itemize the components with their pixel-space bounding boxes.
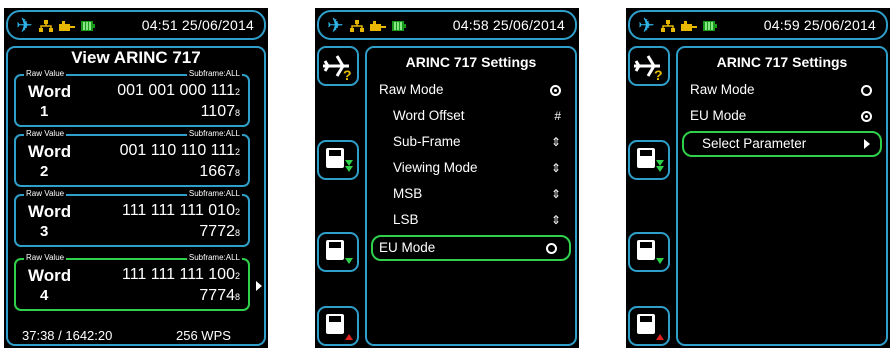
word-octal: 16678 xyxy=(199,163,240,180)
hash-icon: # xyxy=(554,109,561,123)
airplane-icon: ✈ xyxy=(16,15,33,37)
raw-value-label: Raw Value xyxy=(24,129,67,139)
save-down-alt-button[interactable] xyxy=(628,232,670,272)
network-icon xyxy=(38,20,53,32)
page-title: View ARINC 717 xyxy=(71,48,201,67)
menu-item-sub-frame[interactable]: Sub-Frame ⇕ xyxy=(389,131,565,153)
word-item[interactable]: Raw Value Subframe:ALL Word 1 001 001 00… xyxy=(14,69,250,127)
subframe-label: Subframe:ALL xyxy=(186,129,242,139)
network-icon xyxy=(660,20,675,32)
settings-panel: ARINC 717 Settings Raw Mode EU Mode Sele… xyxy=(676,46,888,346)
status-time: 04:59 25/06/2014 xyxy=(763,17,876,33)
panel-title: ARINC 717 Settings xyxy=(716,54,848,70)
power-icon xyxy=(680,21,697,31)
save-down-alt-button[interactable] xyxy=(317,232,359,272)
menu-item-raw-mode[interactable]: Raw Mode xyxy=(686,79,876,101)
word-item-selected[interactable]: Raw Value Subframe:ALL Word 4 111 111 11… xyxy=(14,253,250,311)
airplane-help-button[interactable]: ? xyxy=(317,46,359,86)
radio-selected-icon xyxy=(550,85,561,96)
chevron-right-icon xyxy=(864,139,870,149)
word-item[interactable]: Raw Value Subframe:ALL Word 2 001 110 11… xyxy=(14,129,250,187)
menu-item-lsb[interactable]: LSB ⇕ xyxy=(389,209,565,231)
menu-item-select-parameter[interactable]: Select Parameter xyxy=(682,131,882,157)
word-octal: 77748 xyxy=(199,287,240,304)
power-icon xyxy=(58,21,75,31)
chevron-right-icon[interactable] xyxy=(256,281,262,291)
word-octal: 77728 xyxy=(199,223,240,240)
menu-item-eu-mode[interactable]: EU Mode xyxy=(371,235,571,261)
up-down-icon: ⇕ xyxy=(550,161,561,175)
word-binary: 111 111 111 0102 xyxy=(121,202,240,219)
save-down-button[interactable] xyxy=(317,140,359,180)
save-up-button[interactable] xyxy=(317,306,359,346)
subframe-label: Subframe:ALL xyxy=(186,253,242,263)
save-up-button[interactable] xyxy=(628,306,670,346)
airplane-icon: ✈ xyxy=(638,15,655,37)
up-down-icon: ⇕ xyxy=(550,187,561,201)
battery-icon xyxy=(80,21,95,31)
status-bar: ✈ 04:59 25/06/2014 xyxy=(628,10,888,40)
status-time: 04:58 25/06/2014 xyxy=(452,17,565,33)
save-down-button[interactable] xyxy=(628,140,670,180)
power-icon xyxy=(369,21,386,31)
elapsed-time: 37:38 / 1642:20 xyxy=(22,328,113,343)
word-rate: 256 WPS xyxy=(176,328,231,343)
word-number: 1 xyxy=(40,103,49,120)
battery-icon xyxy=(391,21,406,31)
airplane-icon: ✈ xyxy=(327,15,344,37)
status-bar: ✈ 04:58 25/06/2014 xyxy=(317,10,577,40)
up-down-icon: ⇕ xyxy=(550,135,561,149)
raw-value-label: Raw Value xyxy=(24,69,67,79)
word-label: Word xyxy=(28,266,72,285)
settings-screen-raw: ✈ 04:58 25/06/2014 ? ARINC 717 Settings … xyxy=(315,8,579,348)
radio-selected-icon xyxy=(861,111,872,122)
raw-value-label: Raw Value xyxy=(24,189,67,199)
subframe-label: Subframe:ALL xyxy=(186,189,242,199)
word-number: 3 xyxy=(40,223,49,240)
subframe-label: Subframe:ALL xyxy=(186,69,242,79)
up-down-icon: ⇕ xyxy=(550,213,561,227)
status-time: 04:51 25/06/2014 xyxy=(141,17,254,33)
word-binary: 001 001 000 1112 xyxy=(117,82,240,99)
word-label: Word xyxy=(28,82,72,101)
word-binary: 111 111 111 1002 xyxy=(121,266,240,283)
word-binary: 001 110 110 1112 xyxy=(119,142,240,159)
view-arinc-717-screen: ✈ 04:51 25/06/2014 View ARINC 717 Raw Va… xyxy=(4,8,268,348)
menu-item-raw-mode[interactable]: Raw Mode xyxy=(375,79,565,101)
panel-title: ARINC 717 Settings xyxy=(405,54,537,70)
menu-item-msb[interactable]: MSB ⇕ xyxy=(389,183,565,205)
word-octal: 11078 xyxy=(200,103,240,120)
svg-text:?: ? xyxy=(343,67,352,83)
settings-screen-eu: ✈ 04:59 25/06/2014 ? ARINC 717 Settings … xyxy=(626,8,890,348)
radio-unselected-icon xyxy=(546,243,557,254)
menu-item-viewing-mode[interactable]: Viewing Mode ⇕ xyxy=(389,157,565,179)
settings-panel: ARINC 717 Settings Raw Mode Word Offset … xyxy=(365,46,577,346)
raw-value-label: Raw Value xyxy=(24,253,67,263)
network-icon xyxy=(349,20,364,32)
status-bar: ✈ 04:51 25/06/2014 xyxy=(6,10,266,40)
word-label: Word xyxy=(28,202,72,221)
menu-item-eu-mode[interactable]: EU Mode xyxy=(686,105,876,127)
svg-text:?: ? xyxy=(654,67,663,83)
word-number: 2 xyxy=(40,163,49,180)
airplane-help-button[interactable]: ? xyxy=(628,46,670,86)
menu-item-word-offset[interactable]: Word Offset # xyxy=(389,105,565,127)
battery-icon xyxy=(702,21,717,31)
radio-unselected-icon xyxy=(861,85,872,96)
word-number: 4 xyxy=(40,287,49,304)
word-label: Word xyxy=(28,142,72,161)
word-item[interactable]: Raw Value Subframe:ALL Word 3 111 111 11… xyxy=(14,189,250,247)
